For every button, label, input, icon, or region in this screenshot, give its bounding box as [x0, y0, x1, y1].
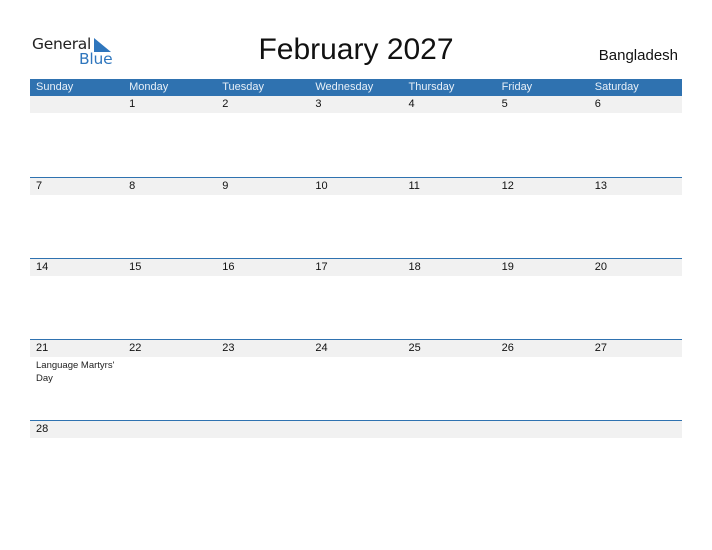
day-number — [496, 421, 589, 438]
events-strip — [30, 113, 682, 115]
day-event — [123, 113, 216, 115]
weekday-monday: Monday — [129, 81, 169, 93]
day-number: 23 — [222, 342, 235, 354]
day-event — [496, 113, 589, 115]
day-number — [216, 421, 309, 438]
day-event — [309, 438, 402, 440]
day-number: 24 — [315, 342, 328, 354]
day-event — [589, 113, 682, 115]
day-event — [589, 438, 682, 440]
day-number: 15 — [129, 261, 142, 273]
country-label: Bangladesh — [598, 47, 678, 64]
day-event — [216, 357, 309, 385]
day-event — [216, 195, 309, 197]
day-number: 1 — [129, 98, 136, 110]
day-number: 11 — [408, 180, 420, 192]
day-number: 6 — [594, 98, 601, 110]
events-strip: Language Martyrs' Day — [30, 357, 682, 385]
day-event — [123, 357, 216, 385]
day-number: 28 — [36, 423, 49, 435]
day-event — [403, 113, 496, 115]
day-number: 7 — [36, 180, 43, 192]
day-number — [123, 421, 216, 438]
calendar-grid: Sunday Monday Tuesday Wednesday Thursday… — [30, 79, 682, 438]
day-number: 13 — [594, 180, 607, 192]
date-strip: 28 — [30, 421, 682, 438]
weekday-wednesday: Wednesday — [315, 81, 374, 93]
day-event — [496, 357, 589, 385]
day-event — [496, 276, 589, 278]
day-number: 26 — [501, 342, 514, 354]
date-strip: 1 2 3 4 5 6 — [30, 96, 682, 113]
day-event — [496, 438, 589, 440]
date-strip: 21 22 23 24 25 26 27 — [30, 340, 682, 357]
weekday-tuesday: Tuesday — [222, 81, 265, 93]
day-event — [589, 195, 682, 197]
day-event — [589, 357, 682, 385]
weekday-sunday: Sunday — [36, 81, 74, 93]
day-number: 14 — [36, 261, 49, 273]
day-number: 17 — [315, 261, 328, 273]
weekday-thursday: Thursday — [408, 81, 455, 93]
day-event — [30, 438, 123, 440]
week-row: 7 8 9 10 11 12 13 — [30, 177, 682, 197]
day-number: 5 — [501, 98, 508, 110]
day-number: 22 — [129, 342, 142, 354]
events-strip — [30, 438, 682, 440]
day-event — [403, 195, 496, 197]
day-event — [589, 276, 682, 278]
week-row: 1 2 3 4 5 6 — [30, 96, 682, 115]
weekday-friday: Friday — [501, 81, 533, 93]
day-event — [30, 276, 123, 278]
day-event — [309, 357, 402, 385]
day-number: 9 — [222, 180, 229, 192]
day-number: 16 — [222, 261, 235, 273]
day-event — [403, 438, 496, 440]
week-row: 21 22 23 24 25 26 27 Language Martyrs' Day — [30, 339, 682, 385]
day-number: 27 — [594, 342, 607, 354]
day-number: 20 — [594, 261, 607, 273]
events-strip — [30, 276, 682, 278]
day-event — [216, 113, 309, 115]
day-event — [309, 113, 402, 115]
day-event: Language Martyrs' Day — [36, 360, 115, 384]
day-number: 8 — [129, 180, 136, 192]
day-event — [496, 195, 589, 197]
day-number — [403, 421, 496, 438]
day-number: 21 — [36, 342, 49, 354]
day-number: 12 — [501, 180, 514, 192]
day-event — [123, 276, 216, 278]
day-number: 25 — [408, 342, 421, 354]
weekday-saturday: Saturday — [594, 81, 639, 93]
day-number: 19 — [501, 261, 514, 273]
day-number: 10 — [315, 180, 328, 192]
week-row: 14 15 16 17 18 19 20 — [30, 258, 682, 278]
day-event — [216, 438, 309, 440]
day-number — [309, 421, 402, 438]
day-number: 18 — [408, 261, 421, 273]
date-strip: 14 15 16 17 18 19 20 — [30, 259, 682, 276]
weekday-header: Sunday Monday Tuesday Wednesday Thursday… — [30, 79, 682, 96]
day-event — [403, 357, 496, 385]
day-event — [309, 276, 402, 278]
day-event — [216, 276, 309, 278]
day-event — [123, 438, 216, 440]
day-number: 2 — [222, 98, 229, 110]
day-number — [30, 96, 123, 113]
day-event — [30, 195, 123, 197]
date-strip: 7 8 9 10 11 12 13 — [30, 178, 682, 195]
day-event — [123, 195, 216, 197]
day-number: 3 — [315, 98, 322, 110]
day-number: 4 — [408, 98, 415, 110]
events-strip — [30, 195, 682, 197]
day-event — [30, 113, 123, 115]
week-row: 28 — [30, 420, 682, 440]
day-event — [309, 195, 402, 197]
day-event — [403, 276, 496, 278]
day-number — [589, 421, 682, 438]
